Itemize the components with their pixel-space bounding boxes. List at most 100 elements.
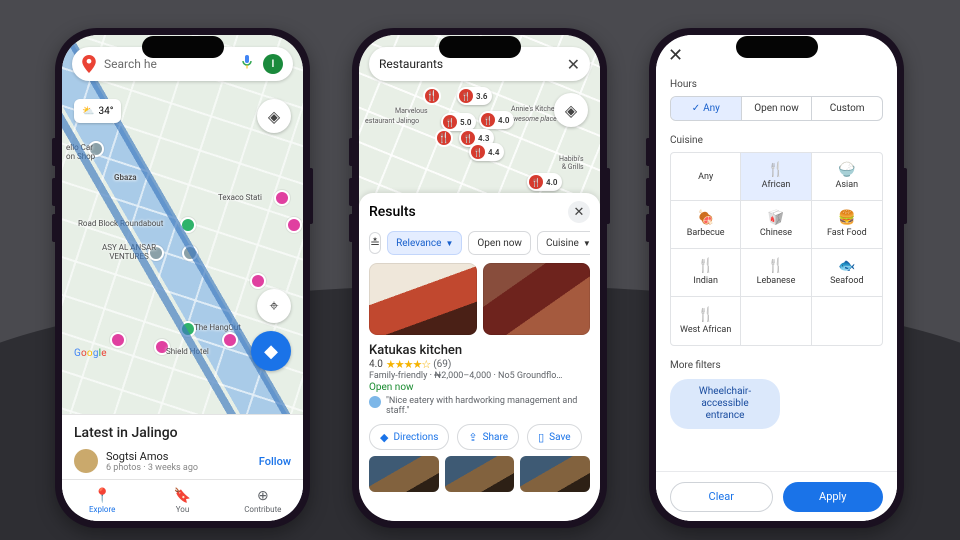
close-icon: ✕ xyxy=(574,205,585,220)
cuisine-seafood[interactable]: 🐟Seafood xyxy=(812,249,882,297)
result-photo[interactable] xyxy=(520,456,590,492)
filter-cuisine[interactable]: Cuisine▼ xyxy=(537,231,590,255)
results-title: Results xyxy=(369,204,416,220)
hours-any[interactable]: ✓Any xyxy=(671,97,741,120)
follow-button[interactable]: Follow xyxy=(259,455,291,468)
save-button[interactable]: ▯Save xyxy=(527,424,581,450)
tune-icon: ≛ xyxy=(370,236,380,250)
result-photo[interactable] xyxy=(369,263,477,335)
map-label: ello Car on Shop xyxy=(66,143,95,161)
poi-generic[interactable] xyxy=(182,245,198,261)
apply-button[interactable]: Apply xyxy=(783,482,884,512)
close-icon[interactable]: ✕ xyxy=(567,55,580,74)
result-photo[interactable] xyxy=(483,263,591,335)
result-open-status: Open now xyxy=(369,382,590,393)
seg-label: Any xyxy=(703,103,720,114)
poi-pink[interactable] xyxy=(222,332,238,348)
restaurant-pin[interactable]: 🍴 xyxy=(423,87,441,105)
mic-icon[interactable] xyxy=(241,54,255,74)
btn-label: Clear xyxy=(709,490,734,503)
result-meta: Family-friendly · ₦2,000–4,000 · No5 Gro… xyxy=(369,371,590,381)
plus-circle-icon: ⊕ xyxy=(257,488,269,504)
rating-value: 4.0 xyxy=(369,359,383,370)
poi-pink[interactable] xyxy=(286,217,302,233)
cuisine-chinese[interactable]: 🥡Chinese xyxy=(741,201,811,249)
pin-rating: 3.6 xyxy=(476,92,487,101)
cuisine-indian[interactable]: 🍴Indian xyxy=(671,249,741,297)
cuisine-west-african[interactable]: 🍴West African xyxy=(671,297,741,345)
story-author: Sogtsi Amos xyxy=(106,450,251,463)
fork-knife-icon: 🍴 xyxy=(435,129,453,147)
poi-generic[interactable] xyxy=(148,245,164,261)
result-photo[interactable] xyxy=(369,456,439,492)
pin-rating: 4.4 xyxy=(488,148,499,157)
story-item[interactable]: Sogtsi Amos 6 photos · 3 weeks ago Follo… xyxy=(74,449,291,473)
chip-label: Open now xyxy=(477,238,522,249)
layers-button[interactable]: ◈ xyxy=(554,93,588,127)
poi-green[interactable] xyxy=(180,217,196,233)
filter-wheelchair[interactable]: Wheelchair-accessible entrance xyxy=(670,379,780,429)
fork-knife-icon: 🍴 xyxy=(697,308,714,322)
filter-open-now[interactable]: Open now xyxy=(468,231,531,255)
cuisine-fast-food[interactable]: 🍔Fast Food xyxy=(812,201,882,249)
poi-pink[interactable] xyxy=(110,332,126,348)
results-panel: Results ✕ ≛ Relevance▼ Open now Cuisine▼… xyxy=(359,193,600,521)
directions-fab[interactable]: ◆ xyxy=(251,331,291,371)
latest-sheet[interactable]: Latest in Jalingo Sogtsi Amos 6 photos ·… xyxy=(62,414,303,479)
pin-rating: 5.0 xyxy=(460,118,471,127)
nav-label: You xyxy=(176,505,190,514)
weather-temp: 34° xyxy=(98,106,113,117)
my-location-button[interactable]: ⌖ xyxy=(257,289,291,323)
poi-pink[interactable] xyxy=(154,339,170,355)
weather-chip[interactable]: ⛅ 34° xyxy=(74,99,121,123)
rating-count: (69) xyxy=(433,359,451,370)
share-button[interactable]: ⇪Share xyxy=(457,424,519,450)
sun-icon: ⛅ xyxy=(82,106,94,117)
poi-generic[interactable] xyxy=(88,141,104,157)
cuisine-barbecue[interactable]: 🍖Barbecue xyxy=(671,201,741,249)
restaurant-pin[interactable]: 🍴4.4 xyxy=(469,143,504,161)
cell-label: Any xyxy=(698,172,713,182)
nav-contribute[interactable]: ⊕ Contribute xyxy=(223,480,303,521)
cell-label: Indian xyxy=(693,276,718,286)
cuisine-asian[interactable]: 🍚Asian xyxy=(812,153,882,201)
poi-green[interactable] xyxy=(180,321,196,337)
poi-pink[interactable] xyxy=(250,273,266,289)
poi-pink[interactable] xyxy=(274,190,290,206)
chevron-down-icon: ▼ xyxy=(445,239,453,248)
directions-button[interactable]: ◆Directions xyxy=(369,424,449,450)
search-placeholder: Search he xyxy=(104,57,233,71)
cuisine-lebanese[interactable]: 🍴Lebanese xyxy=(741,249,811,297)
layers-button[interactable]: ◈ xyxy=(257,99,291,133)
cuisine-any[interactable]: Any xyxy=(671,153,741,201)
hours-open-now[interactable]: Open now xyxy=(741,97,812,120)
result-name[interactable]: Katukas kitchen xyxy=(369,343,590,358)
hours-custom[interactable]: Custom xyxy=(811,97,882,120)
tune-button[interactable]: ≛ xyxy=(369,232,381,254)
filter-relevance[interactable]: Relevance▼ xyxy=(387,231,462,255)
cuisine-african[interactable]: 🍴African xyxy=(741,153,811,201)
clear-button[interactable]: Clear xyxy=(670,482,773,512)
restaurant-pin[interactable]: 🍴4.0 xyxy=(527,173,562,191)
map-label: Marvelous xyxy=(395,107,428,115)
map-label-gbaza: Gbaza xyxy=(114,173,137,182)
sheet-title: Latest in Jalingo xyxy=(74,425,291,441)
pin-rating: 4.0 xyxy=(498,116,509,125)
account-avatar[interactable]: I xyxy=(263,54,283,74)
nav-explore[interactable]: 📍 Explore xyxy=(62,480,142,521)
nav-label: Contribute xyxy=(244,505,281,514)
restaurant-pin[interactable]: 🍴3.6 xyxy=(457,87,492,105)
directions-icon: ◆ xyxy=(264,341,278,362)
check-icon: ✓ xyxy=(692,103,700,114)
map-label: Annie's Kitchen xyxy=(511,105,558,113)
result-photos xyxy=(369,263,590,335)
restaurant-pin[interactable]: 🍴 xyxy=(435,129,453,147)
nav-you[interactable]: 🔖 You xyxy=(142,480,222,521)
close-icon[interactable]: ✕ xyxy=(668,45,683,66)
result-photo[interactable] xyxy=(445,456,515,492)
map-label: estaurant Jalingo xyxy=(365,117,419,125)
restaurant-pin[interactable]: 🍴4.0 xyxy=(479,111,514,129)
btn-label: Share xyxy=(483,432,508,443)
collapse-button[interactable]: ✕ xyxy=(568,201,590,223)
search-chip-text[interactable]: Restaurants xyxy=(379,57,559,71)
